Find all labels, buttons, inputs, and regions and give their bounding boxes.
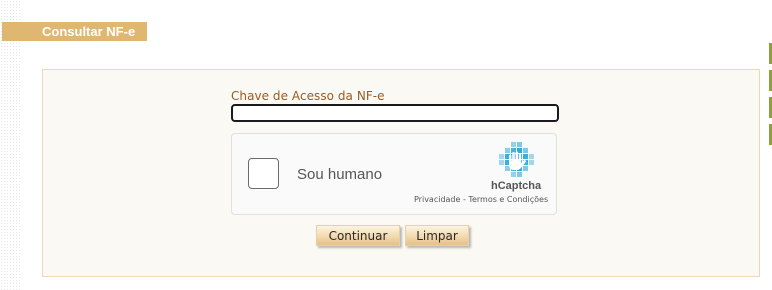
- captcha-checkbox-label: Sou humano: [297, 166, 383, 183]
- hcaptcha-brand: hCaptcha: [491, 180, 542, 192]
- terms-link[interactable]: Termos e Condições: [468, 195, 548, 204]
- clear-button[interactable]: Limpar: [405, 225, 469, 246]
- continue-button[interactable]: Continuar: [316, 225, 400, 246]
- hcaptcha-widget: Sou humano hCaptcha Privacidade - Termos…: [231, 133, 557, 215]
- privacy-link[interactable]: Privacidade: [414, 195, 460, 204]
- access-key-label: Chave de Acesso da NF-e: [231, 89, 385, 103]
- captcha-links: Privacidade - Termos e Condições: [414, 195, 548, 204]
- hcaptcha-hand-icon: [499, 142, 534, 177]
- page-title: Consultar NF-e: [42, 24, 136, 39]
- page-title-bar: Consultar NF-e: [2, 22, 147, 41]
- captcha-checkbox[interactable]: [248, 158, 279, 189]
- access-key-input[interactable]: [231, 104, 559, 122]
